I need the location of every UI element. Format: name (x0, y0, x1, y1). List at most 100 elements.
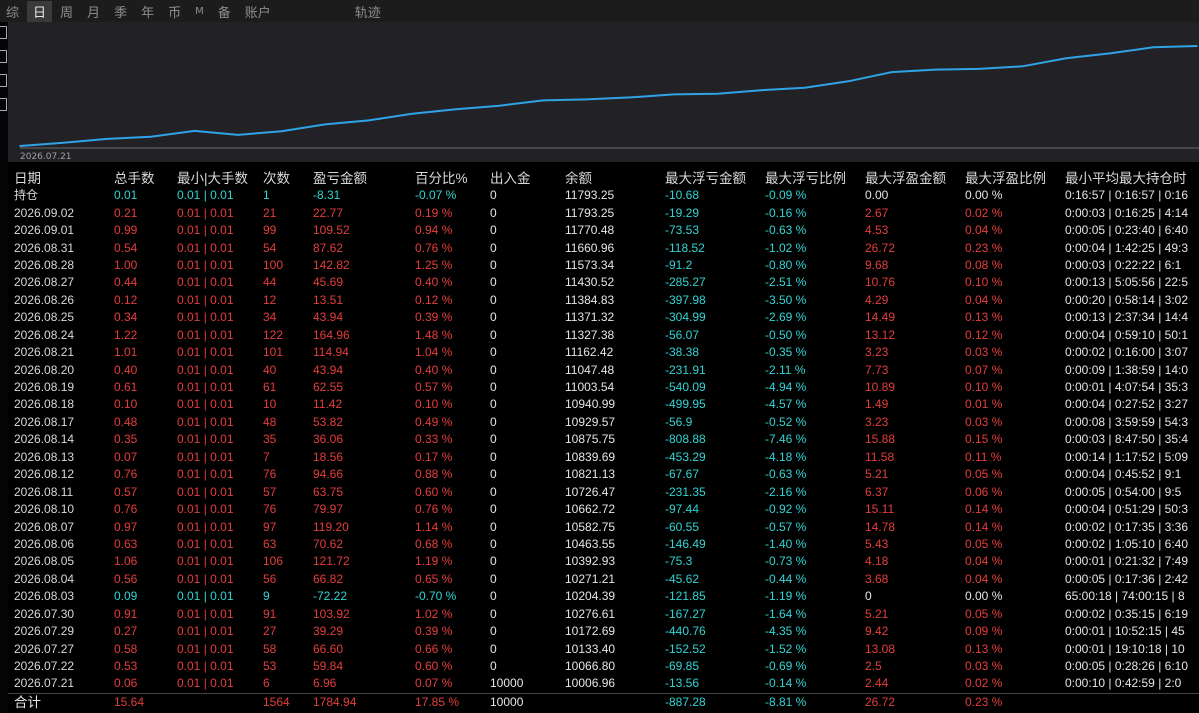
cell-date: 2026.09.02 (14, 205, 75, 220)
balance-point (150, 135, 152, 138)
table-row[interactable]: 2026.08.28 1.00 0.01 | 0.01 100 142.82 1.25 %… (8, 257, 1199, 274)
col-header-total-lots[interactable]: 总手数 (108, 167, 171, 187)
table-row[interactable]: 2026.08.05 1.06 0.01 | 0.01 106 121.72 1.19 %… (8, 553, 1199, 570)
holding-row[interactable]: 持仓 0.01 0.01 | 0.01 1 -8.31 -0.07 % 0 11793.25 -… (8, 187, 1199, 204)
table-row[interactable]: 2026.08.27 0.44 0.01 | 0.01 44 45.69 0.40 % 0 1… (8, 274, 1199, 291)
cell-deposit: 10000 (484, 692, 559, 712)
cell-pnl: 39.29 (313, 624, 344, 639)
col-header-hold-times[interactable]: 最小平均最大持仓时 (1059, 167, 1199, 187)
cell-deposit: 0 (490, 345, 497, 360)
tab-yearly[interactable]: 年 (135, 1, 160, 22)
col-header-percent[interactable]: 百分比% (409, 167, 484, 187)
table-row[interactable]: 2026.08.24 1.22 0.01 | 0.01 122 164.96 1.48 %… (8, 327, 1199, 344)
cell-deposit: 0 (490, 467, 497, 482)
tab-quarterly[interactable]: 季 (108, 1, 133, 22)
balance-point (629, 96, 632, 99)
table-row[interactable]: 2026.08.07 0.97 0.01 | 0.01 97 119.20 1.14 % 0… (8, 518, 1199, 535)
cell-hold-times: 0:00:13 | 5:05:56 | 22:5 (1065, 275, 1188, 290)
table-row[interactable]: 2026.07.21 0.06 0.01 | 0.01 6 6.96 0.07 % 1000… (8, 675, 1199, 693)
total-row[interactable]: 合计 15.64 1564 1784.94 17.85 % 10000 -887.28 -8.… (8, 692, 1199, 712)
col-header-date[interactable]: 日期 (8, 167, 108, 187)
tab-account[interactable]: 账户 (239, 1, 277, 22)
cell-deposit: 0 (490, 571, 497, 586)
col-header-max-float-loss[interactable]: 最大浮亏金额 (659, 167, 759, 187)
cell-max-float-loss-pct: -0.57 % (765, 519, 807, 534)
cell-max-float-profit-pct: 0.06 % (965, 484, 1003, 499)
cell-max-float-profit: 9.68 (865, 257, 889, 272)
cell-total-lots: 1.22 (114, 327, 138, 342)
cell-min-max-lots: 0.01 | 0.01 (177, 536, 234, 551)
col-header-min-max-lots[interactable]: 最小|大手数 (171, 167, 257, 187)
col-header-balance[interactable]: 余额 (559, 167, 659, 187)
cell-pnl: 121.72 (313, 554, 350, 569)
col-header-deposit[interactable]: 出入金 (484, 167, 559, 187)
col-header-pnl[interactable]: 盈亏金额 (307, 167, 409, 187)
table-row[interactable]: 2026.08.11 0.57 0.01 | 0.01 57 63.75 0.60 % 0 1… (8, 483, 1199, 500)
table-row[interactable]: 2026.09.02 0.21 0.01 | 0.01 21 22.77 0.19 % 0 1… (8, 204, 1199, 221)
cell-pnl: 109.52 (313, 223, 350, 238)
cell-pnl: 70.62 (313, 536, 344, 551)
cell-min-max-lots: 0.01 | 0.01 (177, 397, 234, 412)
cell-pnl: 22.77 (313, 205, 344, 220)
cell-balance: 10726.47 (565, 484, 616, 499)
tab-notes[interactable]: 备 (212, 1, 237, 22)
cell-date: 2026.08.20 (14, 362, 75, 377)
cell-deposit: 0 (490, 327, 497, 342)
table-row[interactable]: 2026.07.27 0.58 0.01 | 0.01 58 66.60 0.66 % 0 1… (8, 640, 1199, 657)
table-row[interactable]: 2026.08.17 0.48 0.01 | 0.01 48 53.82 0.49 % 0 1… (8, 414, 1199, 431)
table-row[interactable]: 2026.08.20 0.40 0.01 | 0.01 40 43.94 0.40 % 0 1… (8, 361, 1199, 378)
tab-m[interactable]: M (189, 5, 210, 18)
table-row[interactable]: 2026.08.21 1.01 0.01 | 0.01 101 114.94 1.04 %… (8, 344, 1199, 361)
cell-max-float-loss: -121.85 (665, 589, 706, 604)
cell-deposit: 0 (490, 205, 497, 220)
table-row[interactable]: 2026.07.22 0.53 0.01 | 0.01 53 59.84 0.60 % 0 1… (8, 658, 1199, 675)
cell-date: 2026.08.31 (14, 240, 75, 255)
cell-max-float-loss: -60.55 (665, 519, 700, 534)
table-row[interactable]: 2026.08.31 0.54 0.01 | 0.01 54 87.62 0.76 % 0 1… (8, 239, 1199, 256)
edge-marker (0, 74, 7, 87)
cell-percent: 0.68 % (415, 536, 453, 551)
tab-overview[interactable]: 综 (0, 1, 25, 22)
cell-hold-times: 0:00:04 | 0:27:52 | 3:27 (1065, 397, 1188, 412)
table-row[interactable]: 2026.08.06 0.63 0.01 | 0.01 63 70.62 0.68 % 0 1… (8, 536, 1199, 553)
cell-max-float-profit: 10.76 (865, 275, 896, 290)
table-row[interactable]: 2026.08.12 0.76 0.01 | 0.01 76 94.66 0.88 % 0 1… (8, 466, 1199, 483)
table-row[interactable]: 2026.08.13 0.07 0.01 | 0.01 7 18.56 0.17 % 0 10… (8, 449, 1199, 466)
table-row[interactable]: 2026.08.19 0.61 0.01 | 0.01 61 62.55 0.57 % 0 1… (8, 379, 1199, 396)
table-row[interactable]: 2026.08.03 0.09 0.01 | 0.01 9 -72.22 -0.70 % 0… (8, 588, 1199, 605)
table-row[interactable]: 2026.08.04 0.56 0.01 | 0.01 56 66.82 0.65 % 0 1… (8, 571, 1199, 588)
cell-max-float-profit: 4.29 (865, 292, 889, 307)
cell-date: 2026.08.19 (14, 380, 75, 395)
cell-max-float-loss: -67.67 (665, 467, 700, 482)
cell-max-float-profit-pct: 0.04 % (965, 571, 1003, 586)
table-row[interactable]: 2026.08.10 0.76 0.01 | 0.01 76 79.97 0.76 % 0 1… (8, 501, 1199, 518)
table-row[interactable]: 2026.07.29 0.27 0.01 | 0.01 27 39.29 0.39 % 0 1… (8, 623, 1199, 640)
trading-report-window: 综 日 周 月 季 年 币 M 备 账户 轨迹 2026.07.21 日期 总手数… (0, 0, 1199, 713)
col-header-max-float-loss-pct[interactable]: 最大浮亏比例 (759, 167, 859, 187)
cell-max-float-profit: 15.11 (865, 502, 895, 517)
col-header-max-float-profit-pct[interactable]: 最大浮盈比例 (959, 167, 1059, 187)
cell-percent: 0.60 % (415, 659, 453, 674)
table-row[interactable]: 2026.07.30 0.91 0.01 | 0.01 91 103.92 1.02 % 0… (8, 606, 1199, 623)
cell-hold-times: 0:00:01 | 0:21:32 | 7:49 (1065, 554, 1188, 569)
cell-min-max-lots: 0.01 | 0.01 (177, 589, 234, 604)
col-header-max-float-profit[interactable]: 最大浮盈金额 (859, 167, 959, 187)
tab-daily[interactable]: 日 (27, 0, 53, 22)
table-row[interactable]: 2026.08.18 0.10 0.01 | 0.01 10 11.42 0.10 % 0 1… (8, 396, 1199, 413)
balance-point (498, 104, 501, 107)
tab-monthly[interactable]: 月 (81, 1, 106, 22)
table-row[interactable]: 2026.08.26 0.12 0.01 | 0.01 12 13.51 0.12 % 0 1… (8, 292, 1199, 309)
table-row[interactable]: 2026.08.25 0.34 0.01 | 0.01 34 43.94 0.39 % 0 1… (8, 309, 1199, 326)
table-row[interactable]: 2026.09.01 0.99 0.01 | 0.01 99 109.52 0.94 % 0… (8, 222, 1199, 239)
tab-trajectory[interactable]: 轨迹 (349, 1, 387, 22)
cell-max-float-loss: -75.3 (665, 554, 693, 569)
cell-max-float-loss-pct: -1.19 % (765, 589, 807, 604)
table-row[interactable]: 2026.08.14 0.35 0.01 | 0.01 35 36.06 0.33 % 0 1… (8, 431, 1199, 448)
col-header-count[interactable]: 次数 (257, 167, 307, 187)
tab-currency[interactable]: 币 (162, 1, 187, 22)
cell-max-float-loss-pct: -4.35 % (765, 624, 807, 639)
cell-deposit: 0 (490, 484, 497, 499)
x-tick-label: 2026.07.21 (20, 152, 72, 162)
cell-pnl: 79.97 (313, 502, 344, 517)
tab-weekly[interactable]: 周 (54, 1, 79, 22)
